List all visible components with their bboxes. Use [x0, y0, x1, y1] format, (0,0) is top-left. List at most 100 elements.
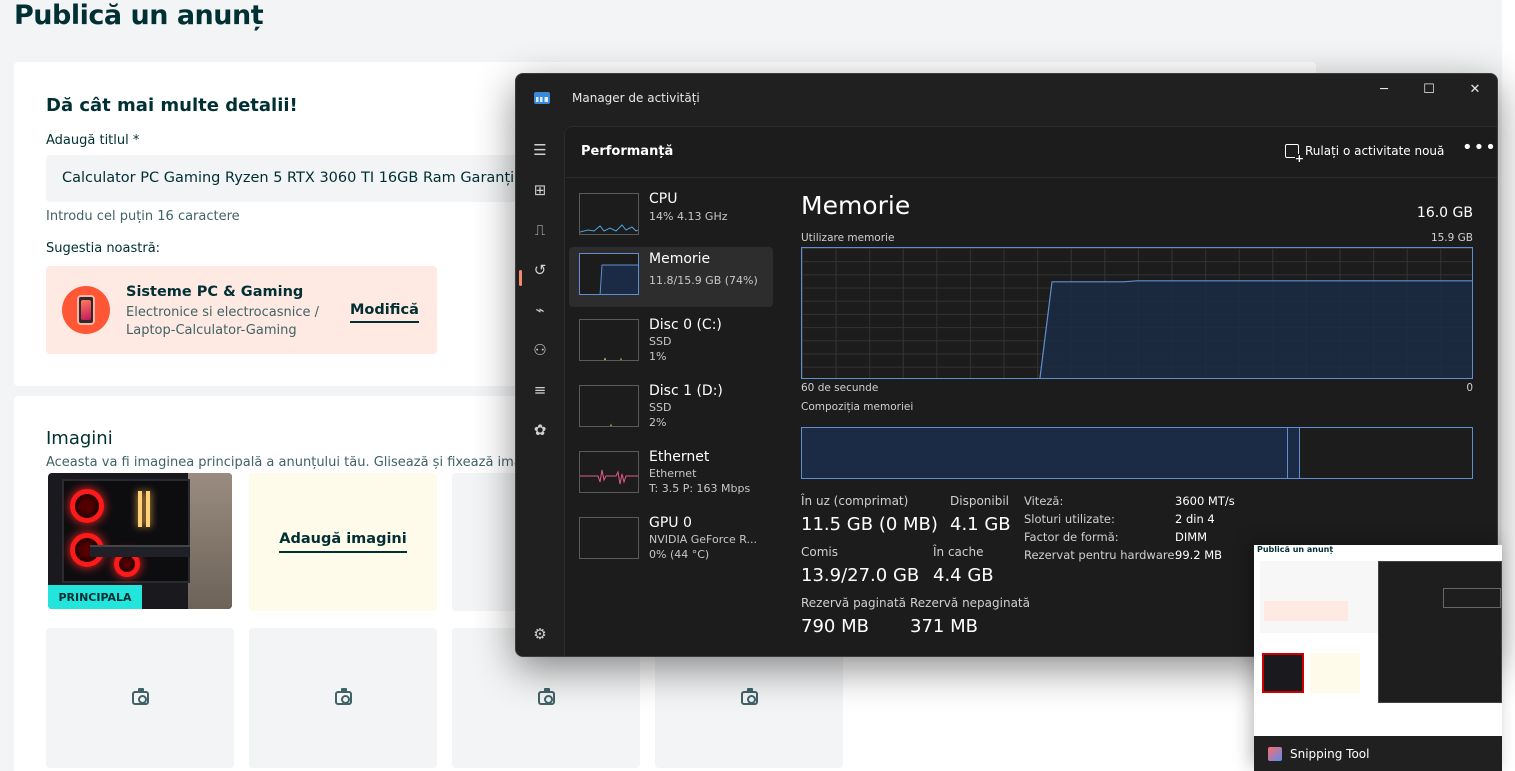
- maximize-icon: ☐: [1423, 81, 1435, 97]
- main-image-badge: PRINCIPALA: [48, 585, 142, 609]
- memory-usage-graph: [801, 247, 1473, 379]
- main-image-thumbnail[interactable]: PRINCIPALA: [48, 473, 232, 609]
- images-subtitle: Aceasta va fi imaginea principală a anun…: [46, 455, 558, 470]
- title-bar[interactable]: Manager de activități ─ ☐ ✕: [516, 74, 1497, 126]
- left-nav: ☰ ⊞ ⎍ ↺ ⌁ ⚇ ≡ ✿ ⚙: [516, 126, 564, 656]
- gpu-mini-graph: [579, 517, 639, 559]
- memory-composition-bar: [801, 427, 1473, 479]
- perf-item-name: Ethernet: [649, 449, 710, 465]
- nonpaged-pool-label: Rezervă nepaginată: [910, 596, 1030, 610]
- category-suggestion: Sisteme PC & Gaming Electronice si elect…: [46, 266, 437, 354]
- memory-total: 16.0 GB: [1416, 205, 1473, 221]
- gpu-in-photo: [90, 545, 190, 557]
- title-hint: Introdu cel puțin 16 caractere: [46, 209, 240, 224]
- memory-usage-area: [1040, 280, 1472, 378]
- app-history-icon[interactable]: ↺: [530, 260, 550, 280]
- details-heading: Dă cât mai multe detalii!: [46, 95, 298, 116]
- perf-item-detail-2: 2%: [649, 416, 667, 429]
- processes-icon[interactable]: ⊞: [530, 180, 550, 200]
- title-input-value: Calculator PC Gaming Ryzen 5 RTX 3060 TI…: [62, 170, 526, 186]
- snipping-tool-label: Snipping Tool: [1290, 746, 1370, 761]
- active-indicator: [519, 270, 522, 286]
- performance-icon[interactable]: ⎍: [530, 220, 550, 240]
- perf-item-detail: Ethernet: [649, 467, 697, 480]
- section-title: Performanță: [581, 144, 674, 159]
- perf-item-memory[interactable]: Memorie 11.8/15.9 GB (74%): [569, 247, 773, 307]
- category-name: Sisteme PC & Gaming: [126, 284, 304, 300]
- close-button[interactable]: ✕: [1452, 74, 1497, 104]
- category-path-line-2: Laptop-Calculator-Gaming: [126, 323, 297, 338]
- perf-item-gpu[interactable]: GPU 0 NVIDIA GeForce R... 0% (44 °C): [569, 511, 773, 571]
- services-icon[interactable]: ✿: [530, 420, 550, 440]
- image-slot[interactable]: [249, 628, 437, 768]
- perf-item-detail: SSD: [649, 335, 672, 348]
- camera-icon: [334, 688, 352, 705]
- perf-item-detail: 11.8/15.9 GB (74%): [649, 274, 758, 287]
- perf-item-detail: NVIDIA GeForce R...: [649, 533, 758, 546]
- maximize-button[interactable]: ☐: [1406, 74, 1452, 104]
- cached-label: În cache: [933, 545, 984, 559]
- run-new-task-button[interactable]: Rulați o activitate nouă: [1285, 144, 1445, 164]
- preview-olx-card: [1260, 561, 1380, 633]
- add-images-label: Adaugă imagini: [279, 531, 407, 553]
- disk1-mini-graph: [579, 385, 639, 427]
- hamburger-menu-icon[interactable]: ☰: [530, 140, 550, 160]
- hardware-reserved-label: Rezervat pentru hardware:: [1024, 548, 1179, 562]
- perf-item-ethernet[interactable]: Ethernet Ethernet T: 3.5 P: 163 Mbps: [569, 445, 773, 505]
- more-options-icon[interactable]: •••: [1462, 137, 1497, 158]
- perf-item-name: GPU 0: [649, 515, 692, 531]
- slots-value: 2 din 4: [1175, 512, 1215, 526]
- camera-icon: [131, 688, 149, 705]
- header-divider: [566, 177, 1497, 178]
- snipping-tool-preview[interactable]: Publică un anunț Snipping Tool: [1254, 545, 1502, 771]
- startup-apps-icon[interactable]: ⌁: [530, 300, 550, 320]
- in-use-label: În uz (comprimat): [801, 494, 909, 508]
- disk1-mini-graph-svg: [610, 423, 612, 426]
- perf-item-detail-2: T: 3.5 P: 163 Mbps: [649, 482, 751, 495]
- new-task-icon: [1285, 144, 1304, 164]
- snipping-tool-bar[interactable]: Snipping Tool: [1254, 736, 1502, 771]
- ram-led-1: [138, 491, 142, 527]
- image-slot[interactable]: [46, 628, 234, 768]
- users-icon[interactable]: ⚇: [530, 340, 550, 360]
- graph-time-right: 0: [1466, 382, 1473, 394]
- ethernet-mini-graph: [579, 451, 639, 493]
- close-icon: ✕: [1469, 81, 1481, 97]
- speed-label: Viteză:: [1024, 494, 1064, 508]
- disk0-mini-graph-svg: [603, 357, 622, 360]
- memory-heading: Memorie: [801, 191, 911, 220]
- run-new-task-label: Rulați o activitate nouă: [1305, 144, 1445, 158]
- snipping-tool-icon: [1268, 746, 1282, 761]
- disk0-mini-graph: [579, 319, 639, 361]
- title-input[interactable]: Calculator PC Gaming Ryzen 5 RTX 3060 TI…: [46, 155, 526, 202]
- usage-max: 15.9 GB: [1430, 232, 1473, 244]
- perf-item-cpu[interactable]: CPU 14% 4.13 GHz: [569, 187, 773, 247]
- form-factor-value: DIMM: [1175, 530, 1208, 544]
- preview-task-manager: [1378, 561, 1502, 703]
- perf-item-name: Disc 1 (D:): [649, 383, 723, 399]
- settings-gear-icon[interactable]: ⚙: [530, 624, 550, 644]
- perf-item-name: CPU: [649, 191, 678, 207]
- preview-graph: [1443, 588, 1501, 608]
- preview-pc-photo: [1262, 653, 1304, 693]
- perf-item-detail: SSD: [649, 401, 672, 414]
- committed-label: Comis: [801, 545, 838, 559]
- available-label: Disponibil: [950, 494, 1010, 508]
- perf-item-detail-2: 1%: [649, 350, 667, 363]
- minimize-button[interactable]: ─: [1361, 74, 1407, 104]
- committed-value: 13.9/27.0 GB: [801, 565, 920, 586]
- perf-item-disk-1[interactable]: Disc 1 (D:) SSD 2%: [569, 379, 773, 439]
- ethernet-mini-graph-svg: [580, 469, 638, 485]
- camera-icon: [537, 688, 555, 705]
- nonpaged-pool-value: 371 MB: [910, 616, 978, 637]
- perf-item-disk-0[interactable]: Disc 0 (C:) SSD 1%: [569, 313, 773, 373]
- suggestion-label: Sugestia noastră:: [46, 241, 161, 256]
- slots-label: Sloturi utilizate:: [1024, 512, 1115, 526]
- add-images-button[interactable]: Adaugă imagini: [249, 473, 437, 611]
- modify-category-button[interactable]: Modifică: [350, 302, 419, 323]
- perf-item-name: Memorie: [649, 251, 711, 267]
- details-icon[interactable]: ≡: [530, 380, 550, 400]
- speed-value: 3600 MT/s: [1175, 494, 1235, 508]
- category-path-line-1: Electronice si electrocasnice /: [126, 305, 319, 320]
- window-title: Manager de activități: [572, 91, 700, 105]
